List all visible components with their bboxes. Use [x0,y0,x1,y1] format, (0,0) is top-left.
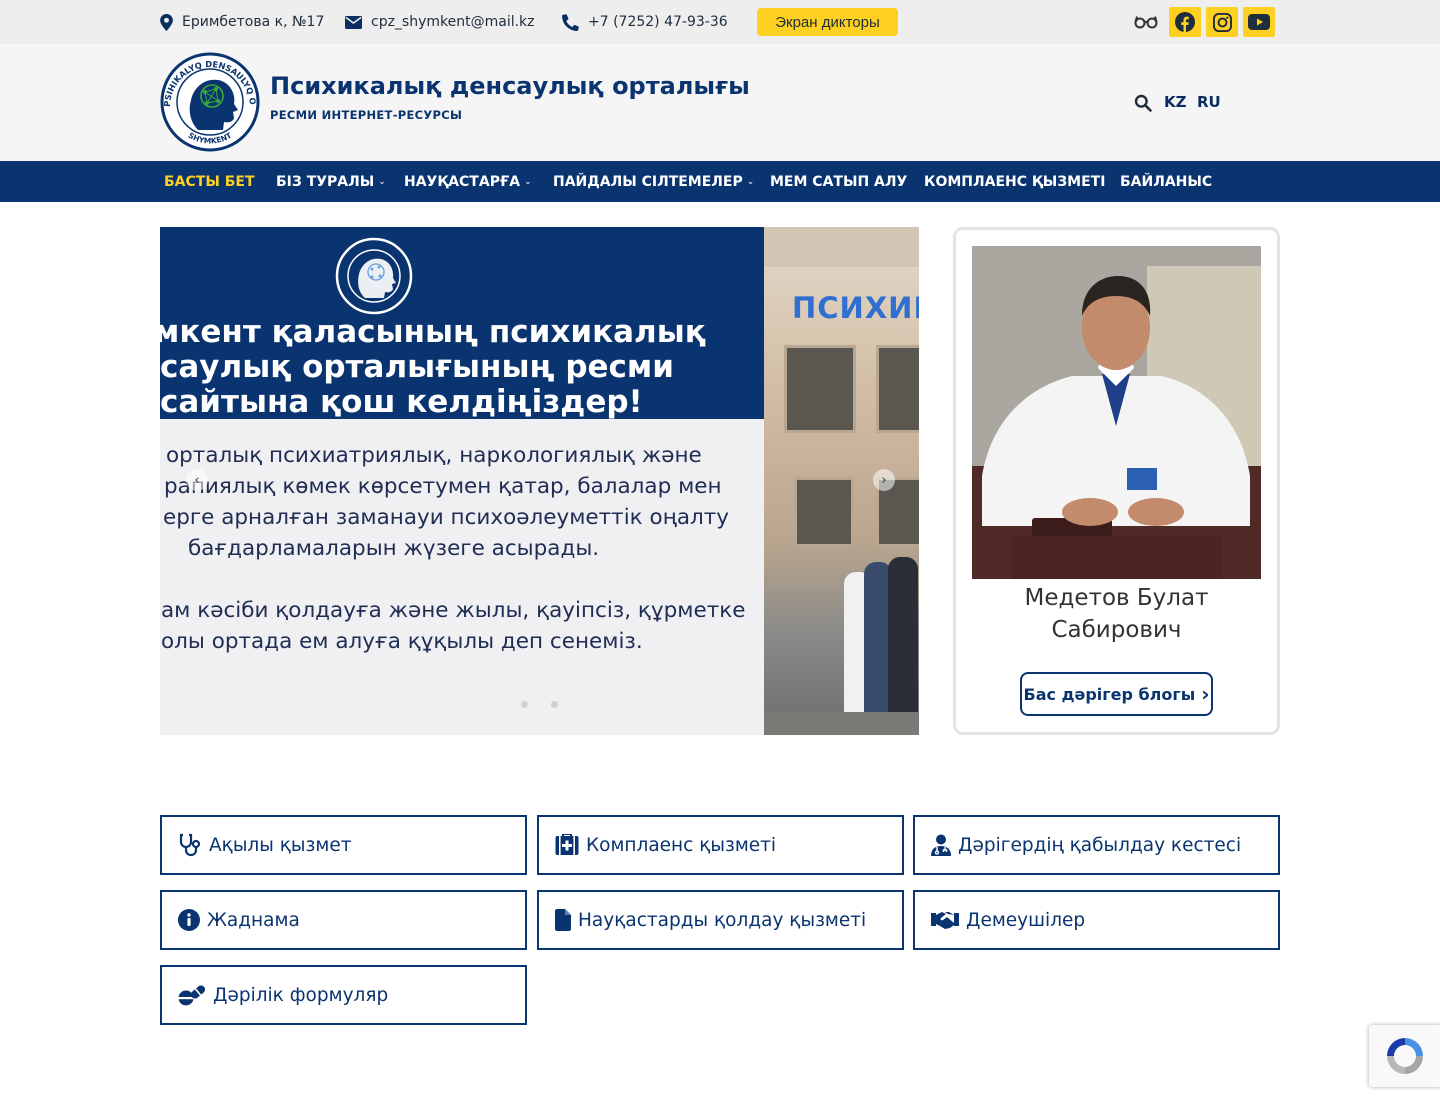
phone-icon [562,13,579,31]
email-link[interactable]: cpz_shymkent@mail.kz [371,14,535,30]
site-title[interactable]: Психикалық денсаулық орталығы [270,72,750,100]
slide-logo [335,237,413,315]
blog-button-label: Бас дәрігер блогы [1023,684,1196,704]
photo-window [876,345,919,433]
drug-formulary-button[interactable]: Дәрілік формуляр [160,965,527,1025]
nav-label: БІЗ ТУРАЛЫ [276,173,375,190]
pills-icon [178,985,206,1006]
button-label: Науқастарды қолдау қызметі [578,909,867,931]
medkit-icon [555,834,579,855]
sponsors-button[interactable]: Демеушілер [913,890,1280,950]
nav-home[interactable]: БАСТЫ БЕТ [164,161,255,202]
nav-label: БАСТЫ БЕТ [164,173,255,190]
email-item[interactable]: cpz_shymkent@mail.kz [345,0,535,44]
search-icon[interactable] [1134,94,1152,112]
slide-banner: мкент қаласының психикалық саулық орталы… [160,227,764,420]
nav-label: МЕМ САТЫП АЛУ [770,173,908,190]
glasses-icon[interactable] [1133,10,1159,34]
nav-links[interactable]: ПАЙДАЛЫ СІЛТЕМЕЛЕР ⌄ [553,161,754,202]
lang-ru[interactable]: RU [1197,93,1221,111]
top-bar: Еримбетова к, №17 cpz_shymkent@mail.kz +… [0,0,1440,44]
slide-text-line: олы ортада ем алуға құқылы деп сенеміз. [161,629,643,654]
nav-label: НАУҚАСТАРҒА [404,173,521,190]
recaptcha-icon [1386,1038,1423,1074]
photo-window [784,345,856,433]
slider-dot[interactable] [551,701,558,708]
photo-person [888,557,918,712]
slide-building-photo: ПСИХИК [764,227,919,735]
button-label: Комплаенс қызметі [586,834,777,856]
phone-link[interactable]: +7 (7252) 47-93-36 [588,14,728,30]
button-label: Демеушілер [966,909,1086,931]
slide-text-line: орталық психиатриялық, наркологиялық жән… [166,443,702,468]
slide-headline-line: мкент қаласының психикалық [160,315,706,350]
slide-text: орталық психиатриялық, наркологиялық жән… [160,440,764,657]
doctor-name: Медетов Булат Сабирович [1024,585,1209,643]
nav-procurement[interactable]: МЕМ САТЫП АЛУ [770,161,907,202]
slide-headline-line: саулық орталығының ресми [160,349,674,385]
slider-prev-button[interactable]: ‹ [186,469,208,491]
chevron-down-icon: ⌄ [746,176,755,187]
lang-kz[interactable]: KZ [1164,93,1187,111]
slide-text-line: ерге арналған заманауи психоәлеуметтік о… [163,505,730,530]
address-item: Еримбетова к, №17 [160,0,324,44]
hero-slider[interactable]: мкент қаласының психикалық саулық орталы… [160,227,919,735]
patient-support-button[interactable]: Науқастарды қолдау қызметі [537,890,904,950]
recaptcha-badge[interactable] [1369,1025,1440,1087]
user-doctor-icon [931,834,951,856]
photo-roof [764,227,919,267]
screen-reader-button[interactable]: Экран дикторы [757,8,898,36]
instagram-icon[interactable] [1206,7,1238,37]
nav-patients[interactable]: НАУҚАСТАРҒА ⌄ [404,161,532,202]
nav-label: БАЙЛАНЫС [1120,173,1213,190]
site-logo[interactable]: PSIHIKALYQ DENSAULYQ ORTALYGY SHYMKENT [156,44,260,152]
slide-text-line: бағдарламаларын жүзеге асырады. [188,536,600,561]
photo-sign-text: ПСИХИК [792,291,919,325]
info-circle-icon [178,909,200,931]
nav-contact[interactable]: БАЙЛАНЫС [1120,161,1212,202]
phone-item[interactable]: +7 (7252) 47-93-36 [562,0,728,44]
stethoscope-icon [179,833,201,857]
nav-about[interactable]: БІЗ ТУРАЛЫ ⌄ [276,161,386,202]
site-subtitle: РЕСМИ ИНТЕРНЕТ-РЕСУРСЫ [270,108,463,122]
chevron-down-icon: ⌄ [524,176,532,187]
chevron-down-icon: ⌄ [378,176,386,187]
main-nav: БАСТЫ БЕТ БІЗ ТУРАЛЫ ⌄ НАУҚАСТАРҒА ⌄ ПАЙДА… [0,161,1440,202]
youtube-icon[interactable] [1243,7,1275,37]
slide-text-line: рапиялық көмек көрсетумен қатар, балалар… [164,474,722,499]
slide-text-line: ам кәсіби қолдауға және жылы, қауіпсіз, … [161,598,746,623]
slide-headline: мкент қаласының психикалық саулық орталы… [160,315,764,420]
slide-text-line [160,564,764,595]
paid-services-button[interactable]: Ақылы қызмет [160,815,527,875]
facebook-icon[interactable] [1169,7,1201,37]
handshake-icon [931,912,959,929]
button-label: Дәрілік формуляр [213,984,389,1006]
nav-compliance[interactable]: КОМПЛАЕНС ҚЫЗМЕТІ [924,161,1105,202]
chief-doctor-card: Медетов Булат Сабирович Бас дәрігер блог… [953,227,1280,735]
doctor-photo [972,246,1261,579]
button-label: Жаднама [207,909,300,931]
address-text: Еримбетова к, №17 [182,14,325,30]
nav-label: ПАЙДАЛЫ СІЛТЕМЕЛЕР [553,173,743,190]
map-marker-icon [160,13,173,31]
memo-button[interactable]: Жаднама [160,890,527,950]
chevron-right-icon: › [1201,682,1210,706]
slide-headline-line: сайтына қош келдіңіздер! [160,384,643,420]
doctor-schedule-button[interactable]: Дәрігердің қабылдау кестесі [913,815,1280,875]
photo-window [794,477,854,547]
slider-next-button[interactable]: › [873,469,895,491]
chief-doctor-blog-button[interactable]: Бас дәрігер блогы › [1020,672,1213,716]
button-label: Ақылы қызмет [209,834,352,856]
button-label: Дәрігердің қабылдау кестесі [958,834,1242,856]
envelope-icon [345,15,362,29]
nav-label: КОМПЛАЕНС ҚЫЗМЕТІ [924,173,1106,190]
file-icon [555,909,571,931]
compliance-service-button[interactable]: Комплаенс қызметі [537,815,904,875]
photo-ground [764,712,919,735]
slider-dot[interactable] [521,701,528,708]
